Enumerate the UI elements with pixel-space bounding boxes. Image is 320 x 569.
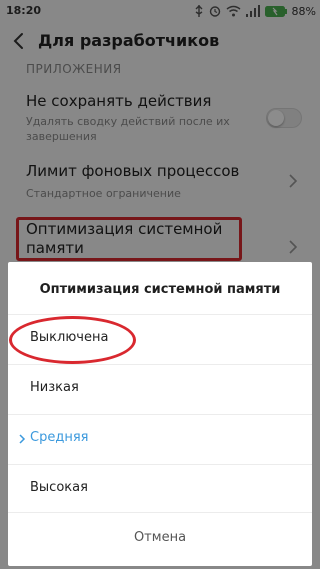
option-medium[interactable]: Средняя: [8, 414, 312, 464]
dialog-title: Оптимизация системной памяти: [39, 282, 281, 297]
cancel-label: Отмена: [133, 530, 187, 545]
memory-optimization-dialog: Оптимизация системной памяти Выключена Н…: [8, 262, 312, 566]
option-label: Высокая: [30, 480, 88, 495]
chevron-right-icon: [19, 434, 26, 444]
option-low[interactable]: Низкая: [8, 364, 312, 414]
option-label: Низкая: [30, 380, 79, 395]
option-high[interactable]: Высокая: [8, 464, 312, 514]
highlight-annotation: [9, 316, 136, 364]
option-label: Средняя: [30, 430, 89, 445]
cancel-button[interactable]: Отмена: [8, 512, 312, 566]
